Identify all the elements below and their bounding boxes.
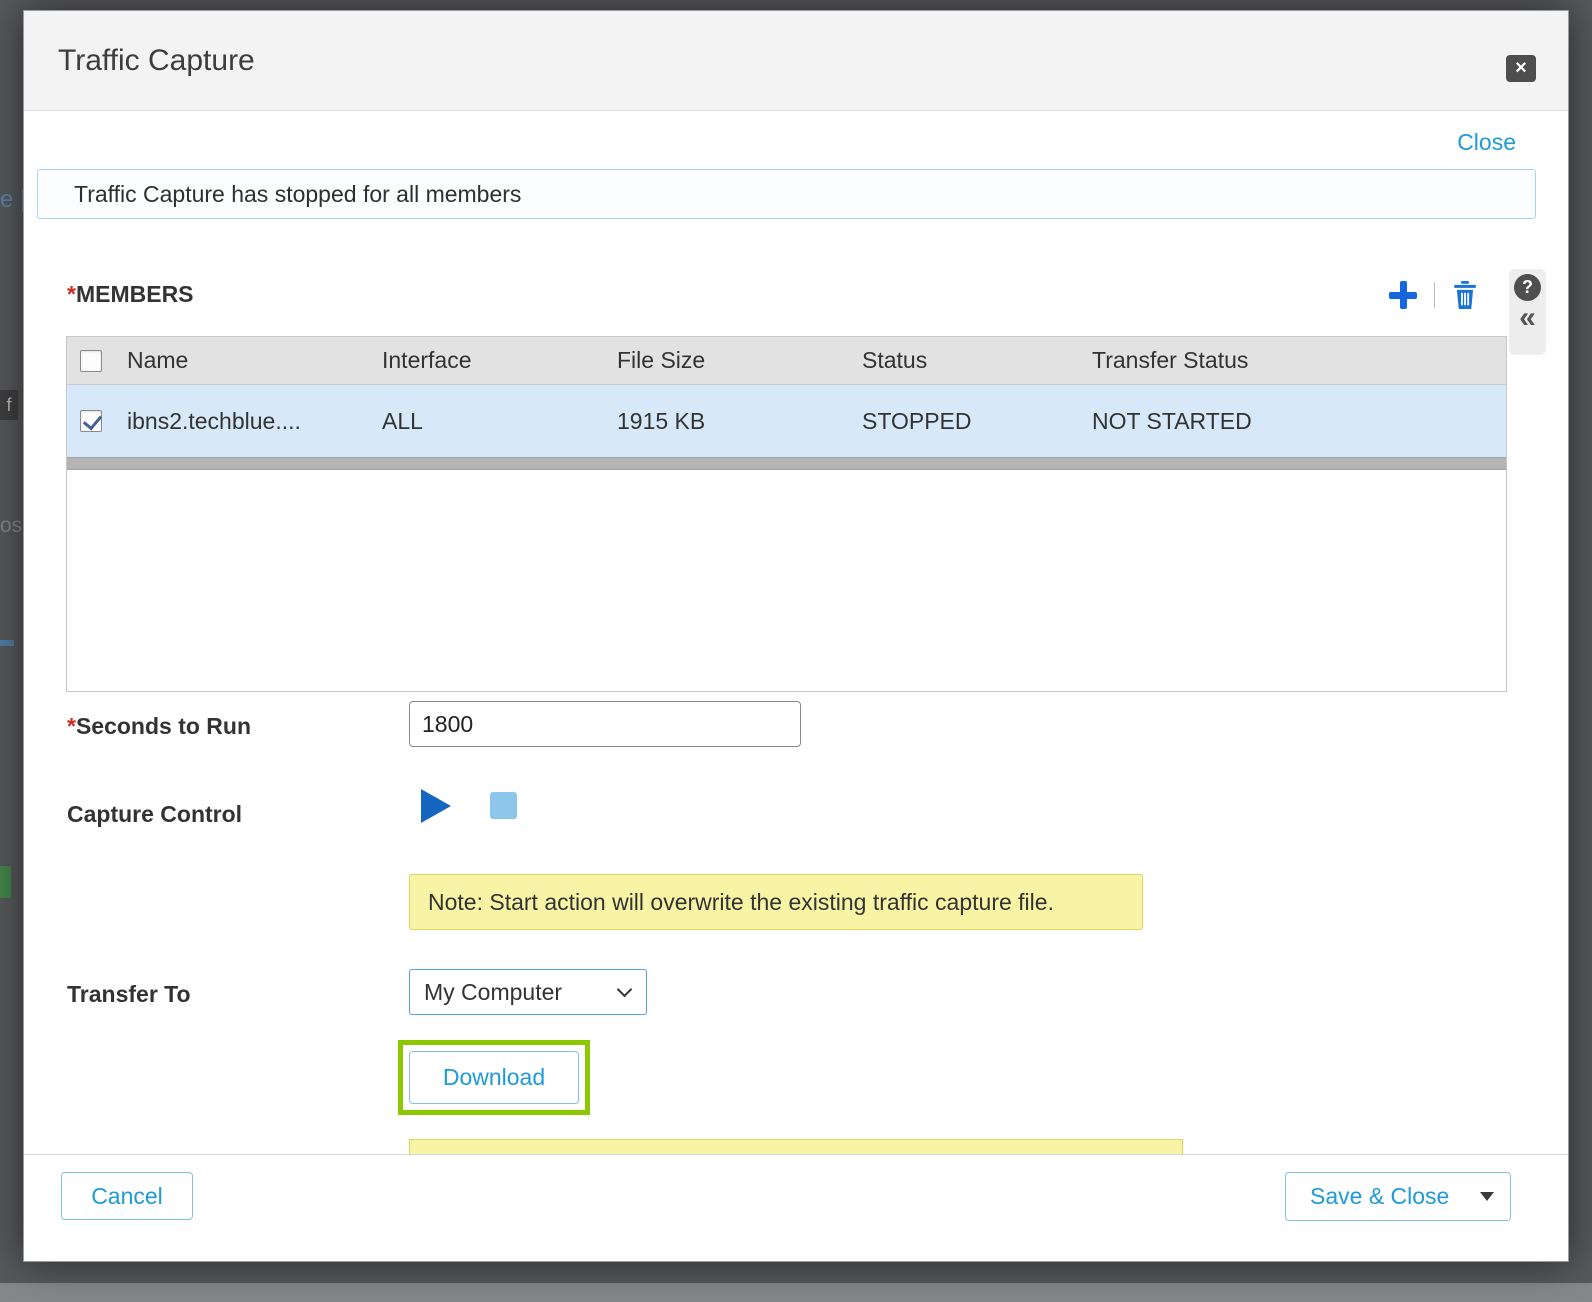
cell-transfer-status: NOT STARTED: [1077, 408, 1506, 435]
members-section-label: *MEMBERS: [67, 281, 194, 308]
column-header-name[interactable]: Name: [112, 347, 367, 374]
delete-member-icon[interactable]: [1452, 281, 1478, 309]
background-page-fragment: [0, 866, 11, 898]
dialog-header: Traffic Capture ×: [24, 11, 1568, 111]
background-page-fragment: f: [0, 390, 18, 420]
background-page-fragment: os: [0, 514, 22, 538]
column-header-transfer-status[interactable]: Transfer Status: [1077, 347, 1506, 374]
page-title: Traffic Capture: [58, 11, 255, 111]
column-header-file-size[interactable]: File Size: [602, 347, 847, 374]
horizontal-scrollbar[interactable]: [67, 457, 1506, 470]
row-checkbox-cell: [67, 410, 112, 432]
overwrite-note: Note: Start action will overwrite the ex…: [409, 874, 1143, 930]
cancel-button[interactable]: Cancel: [61, 1172, 193, 1220]
row-checkbox[interactable]: [80, 410, 102, 432]
toolbar-divider: [1434, 282, 1435, 308]
transfer-to-label: Transfer To: [67, 981, 191, 1008]
stop-capture-icon[interactable]: [490, 792, 517, 819]
cell-name: ibns2.techblue....: [112, 408, 367, 435]
collapse-panel-icon[interactable]: «: [1519, 301, 1536, 335]
select-all-cell: [67, 350, 112, 372]
save-close-label: Save & Close: [1310, 1183, 1449, 1210]
help-icon[interactable]: ?: [1514, 274, 1541, 301]
dialog-footer: Cancel Save & Close: [24, 1154, 1568, 1261]
table-header-row: Name Interface File Size Status Transfer…: [67, 337, 1506, 385]
transfer-to-value: My Computer: [424, 979, 562, 1006]
side-utility-tab: ? «: [1509, 269, 1546, 355]
members-toolbar: [1389, 277, 1478, 313]
required-asterisk: *: [67, 713, 76, 739]
cell-file-size: 1915 KB: [602, 408, 847, 435]
column-header-status[interactable]: Status: [847, 347, 1077, 374]
screen: e | f os Traffic Capture × Close Traffic…: [0, 0, 1592, 1302]
seconds-to-run-label: *Seconds to Run: [67, 713, 251, 740]
close-icon[interactable]: ×: [1506, 55, 1536, 82]
cell-interface: ALL: [367, 408, 602, 435]
status-banner: Traffic Capture has stopped for all memb…: [37, 169, 1536, 219]
status-banner-text: Traffic Capture has stopped for all memb…: [74, 181, 521, 207]
chevron-down-icon: [617, 982, 633, 998]
table-row[interactable]: ibns2.techblue.... ALL 1915 KB STOPPED N…: [67, 385, 1506, 457]
column-header-interface[interactable]: Interface: [367, 347, 602, 374]
close-link[interactable]: Close: [1457, 129, 1516, 156]
capture-control-label: Capture Control: [67, 801, 242, 828]
cell-status: STOPPED: [847, 408, 1077, 435]
seconds-to-run-input[interactable]: [409, 701, 801, 747]
save-close-caret-icon: [1480, 1192, 1494, 1201]
members-table: Name Interface File Size Status Transfer…: [66, 336, 1507, 692]
transfer-to-dropdown[interactable]: My Computer: [409, 969, 647, 1015]
background-page-fragment: [0, 640, 14, 646]
start-capture-icon[interactable]: [421, 789, 451, 823]
required-asterisk: *: [67, 281, 76, 307]
save-close-button[interactable]: Save & Close: [1285, 1172, 1511, 1221]
select-all-checkbox[interactable]: [80, 350, 102, 372]
download-button[interactable]: Download: [409, 1051, 579, 1104]
background-page-bottom: [0, 1283, 1592, 1302]
add-member-icon[interactable]: [1389, 281, 1417, 309]
traffic-capture-dialog: Traffic Capture × Close Traffic Capture …: [23, 10, 1569, 1262]
